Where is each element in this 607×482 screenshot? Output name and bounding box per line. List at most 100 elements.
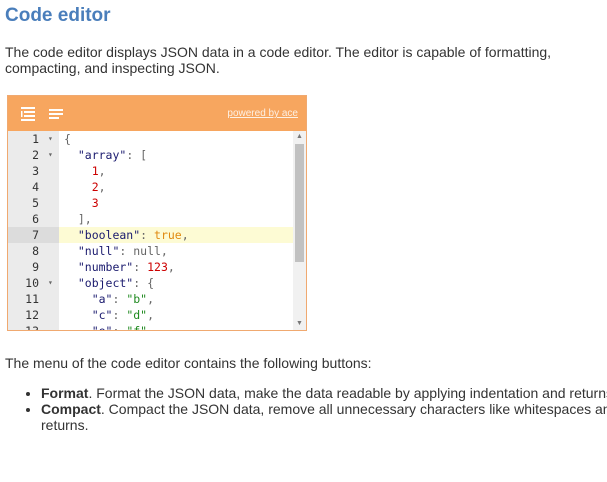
- gutter-cell: 6: [8, 211, 59, 227]
- code-line[interactable]: 5 3: [8, 195, 294, 211]
- code-text: "array": [: [64, 147, 147, 163]
- gutter-cell: 7: [8, 227, 59, 243]
- fold-toggle-icon[interactable]: ▾: [48, 275, 53, 291]
- fold-toggle-icon[interactable]: ▾: [48, 131, 53, 147]
- code-token: : [: [126, 148, 148, 162]
- code-line[interactable]: 4 2,: [8, 179, 294, 195]
- code-token: "object": [64, 276, 134, 290]
- compact-button[interactable]: [46, 104, 66, 122]
- compact-description: . Compact the JSON data, remove all unne…: [41, 401, 607, 433]
- code-token: ,: [98, 164, 106, 178]
- gutter-cell: 8: [8, 243, 59, 259]
- code-text: "number": 123,: [64, 259, 175, 275]
- vertical-scrollbar[interactable]: ▲ ▼: [293, 131, 306, 330]
- code-text: {: [64, 131, 71, 147]
- line-number: 6: [32, 212, 39, 226]
- editor-text-area[interactable]: 1 ▾{2 ▾ "array": [3 1, 4 2, 5 36 ], 7 "boolea…: [8, 131, 306, 330]
- code-token: {: [64, 132, 71, 146]
- code-text: "object": {: [64, 275, 154, 291]
- code-token: 3: [64, 196, 99, 210]
- format-term: Format: [41, 385, 89, 401]
- code-token: "e": [64, 324, 113, 330]
- line-number: 12: [25, 308, 39, 322]
- code-text: ],: [64, 211, 92, 227]
- code-token: ,: [98, 180, 106, 194]
- code-token: ,: [167, 260, 175, 274]
- code-lines: 1 ▾{2 ▾ "array": [3 1, 4 2, 5 36 ], 7 "boolea…: [8, 131, 294, 330]
- scroll-thumb[interactable]: [295, 144, 304, 262]
- scroll-down-arrow-icon[interactable]: ▼: [293, 318, 306, 330]
- line-number: 8: [32, 244, 39, 258]
- compact-term: Compact: [41, 401, 101, 417]
- intro-paragraph: The code editor displays JSON data in a …: [5, 44, 552, 76]
- code-text: "boolean": true,: [64, 227, 189, 243]
- gutter-cell: 13: [8, 323, 59, 330]
- menu-description: The menu of the code editor contains the…: [5, 355, 372, 371]
- gutter-cell: 10 ▾: [8, 275, 59, 291]
- gutter-cell: 4: [8, 179, 59, 195]
- code-token: "d": [126, 308, 148, 322]
- line-number: 9: [32, 260, 39, 274]
- line-number: 10: [25, 276, 39, 290]
- code-token: ,: [181, 228, 189, 242]
- format-icon: [21, 107, 35, 121]
- code-text: "a": "b",: [64, 291, 154, 307]
- list-item-compact: Compact. Compact the JSON data, remove a…: [41, 401, 607, 433]
- line-number: 4: [32, 180, 39, 194]
- line-number: 13: [25, 323, 39, 330]
- code-token: ,: [147, 292, 155, 306]
- fold-toggle-icon[interactable]: ▾: [48, 147, 53, 163]
- code-token: "null": [64, 244, 120, 258]
- gutter-cell: 12: [8, 307, 59, 323]
- line-number: 7: [32, 228, 39, 242]
- code-line[interactable]: 7 "boolean": true,: [8, 227, 294, 243]
- gutter-cell: 9: [8, 259, 59, 275]
- code-token: "b": [126, 292, 148, 306]
- code-token: 123: [147, 260, 168, 274]
- code-line[interactable]: 9 "number": 123,: [8, 259, 294, 275]
- line-number: 1: [32, 132, 39, 146]
- code-token: "boolean": [64, 228, 141, 242]
- code-token: :: [140, 228, 155, 242]
- powered-by-link[interactable]: powered by ace: [227, 108, 298, 119]
- code-text: 1,: [64, 163, 106, 179]
- code-text: 2,: [64, 179, 106, 195]
- code-token: ],: [64, 212, 92, 226]
- code-token: : null,: [119, 244, 168, 258]
- code-line[interactable]: 2 ▾ "array": [: [8, 147, 294, 163]
- code-token: :: [112, 292, 127, 306]
- code-token: "array": [64, 148, 127, 162]
- code-token: "a": [64, 292, 113, 306]
- format-button[interactable]: [18, 104, 38, 122]
- compact-icon: [49, 109, 63, 119]
- line-number: 5: [32, 196, 39, 210]
- code-text: 3: [64, 195, 99, 211]
- code-line[interactable]: 1 ▾{: [8, 131, 294, 147]
- list-item-format: Format. Format the JSON data, make the d…: [41, 385, 607, 401]
- code-line[interactable]: 11 "a": "b",: [8, 291, 294, 307]
- line-number: 11: [25, 292, 39, 306]
- button-list: Format. Format the JSON data, make the d…: [21, 385, 607, 433]
- code-token: true: [154, 228, 182, 242]
- code-token: :: [133, 260, 148, 274]
- code-token: 2: [64, 180, 99, 194]
- format-description: . Format the JSON data, make the data re…: [88, 385, 607, 401]
- gutter-cell: 11: [8, 291, 59, 307]
- code-line[interactable]: 6 ],: [8, 211, 294, 227]
- editor-menu: powered by ace: [8, 96, 306, 131]
- code-token: "f": [126, 324, 147, 330]
- gutter-cell: 5: [8, 195, 59, 211]
- code-line[interactable]: 10 ▾ "object": {: [8, 275, 294, 291]
- code-token: "number": [64, 260, 134, 274]
- code-token: :: [112, 324, 126, 330]
- page-title: Code editor: [5, 5, 111, 26]
- scroll-up-arrow-icon[interactable]: ▲: [293, 131, 306, 143]
- gutter-cell: 3: [8, 163, 59, 179]
- line-number: 3: [32, 164, 39, 178]
- code-line[interactable]: 8 "null": null,: [8, 243, 294, 259]
- code-line[interactable]: 13 "e": "f": [8, 323, 294, 330]
- code-line[interactable]: 3 1,: [8, 163, 294, 179]
- code-line[interactable]: 12 "c": "d",: [8, 307, 294, 323]
- code-token: :: [112, 308, 127, 322]
- gutter-cell: 1 ▾: [8, 131, 59, 147]
